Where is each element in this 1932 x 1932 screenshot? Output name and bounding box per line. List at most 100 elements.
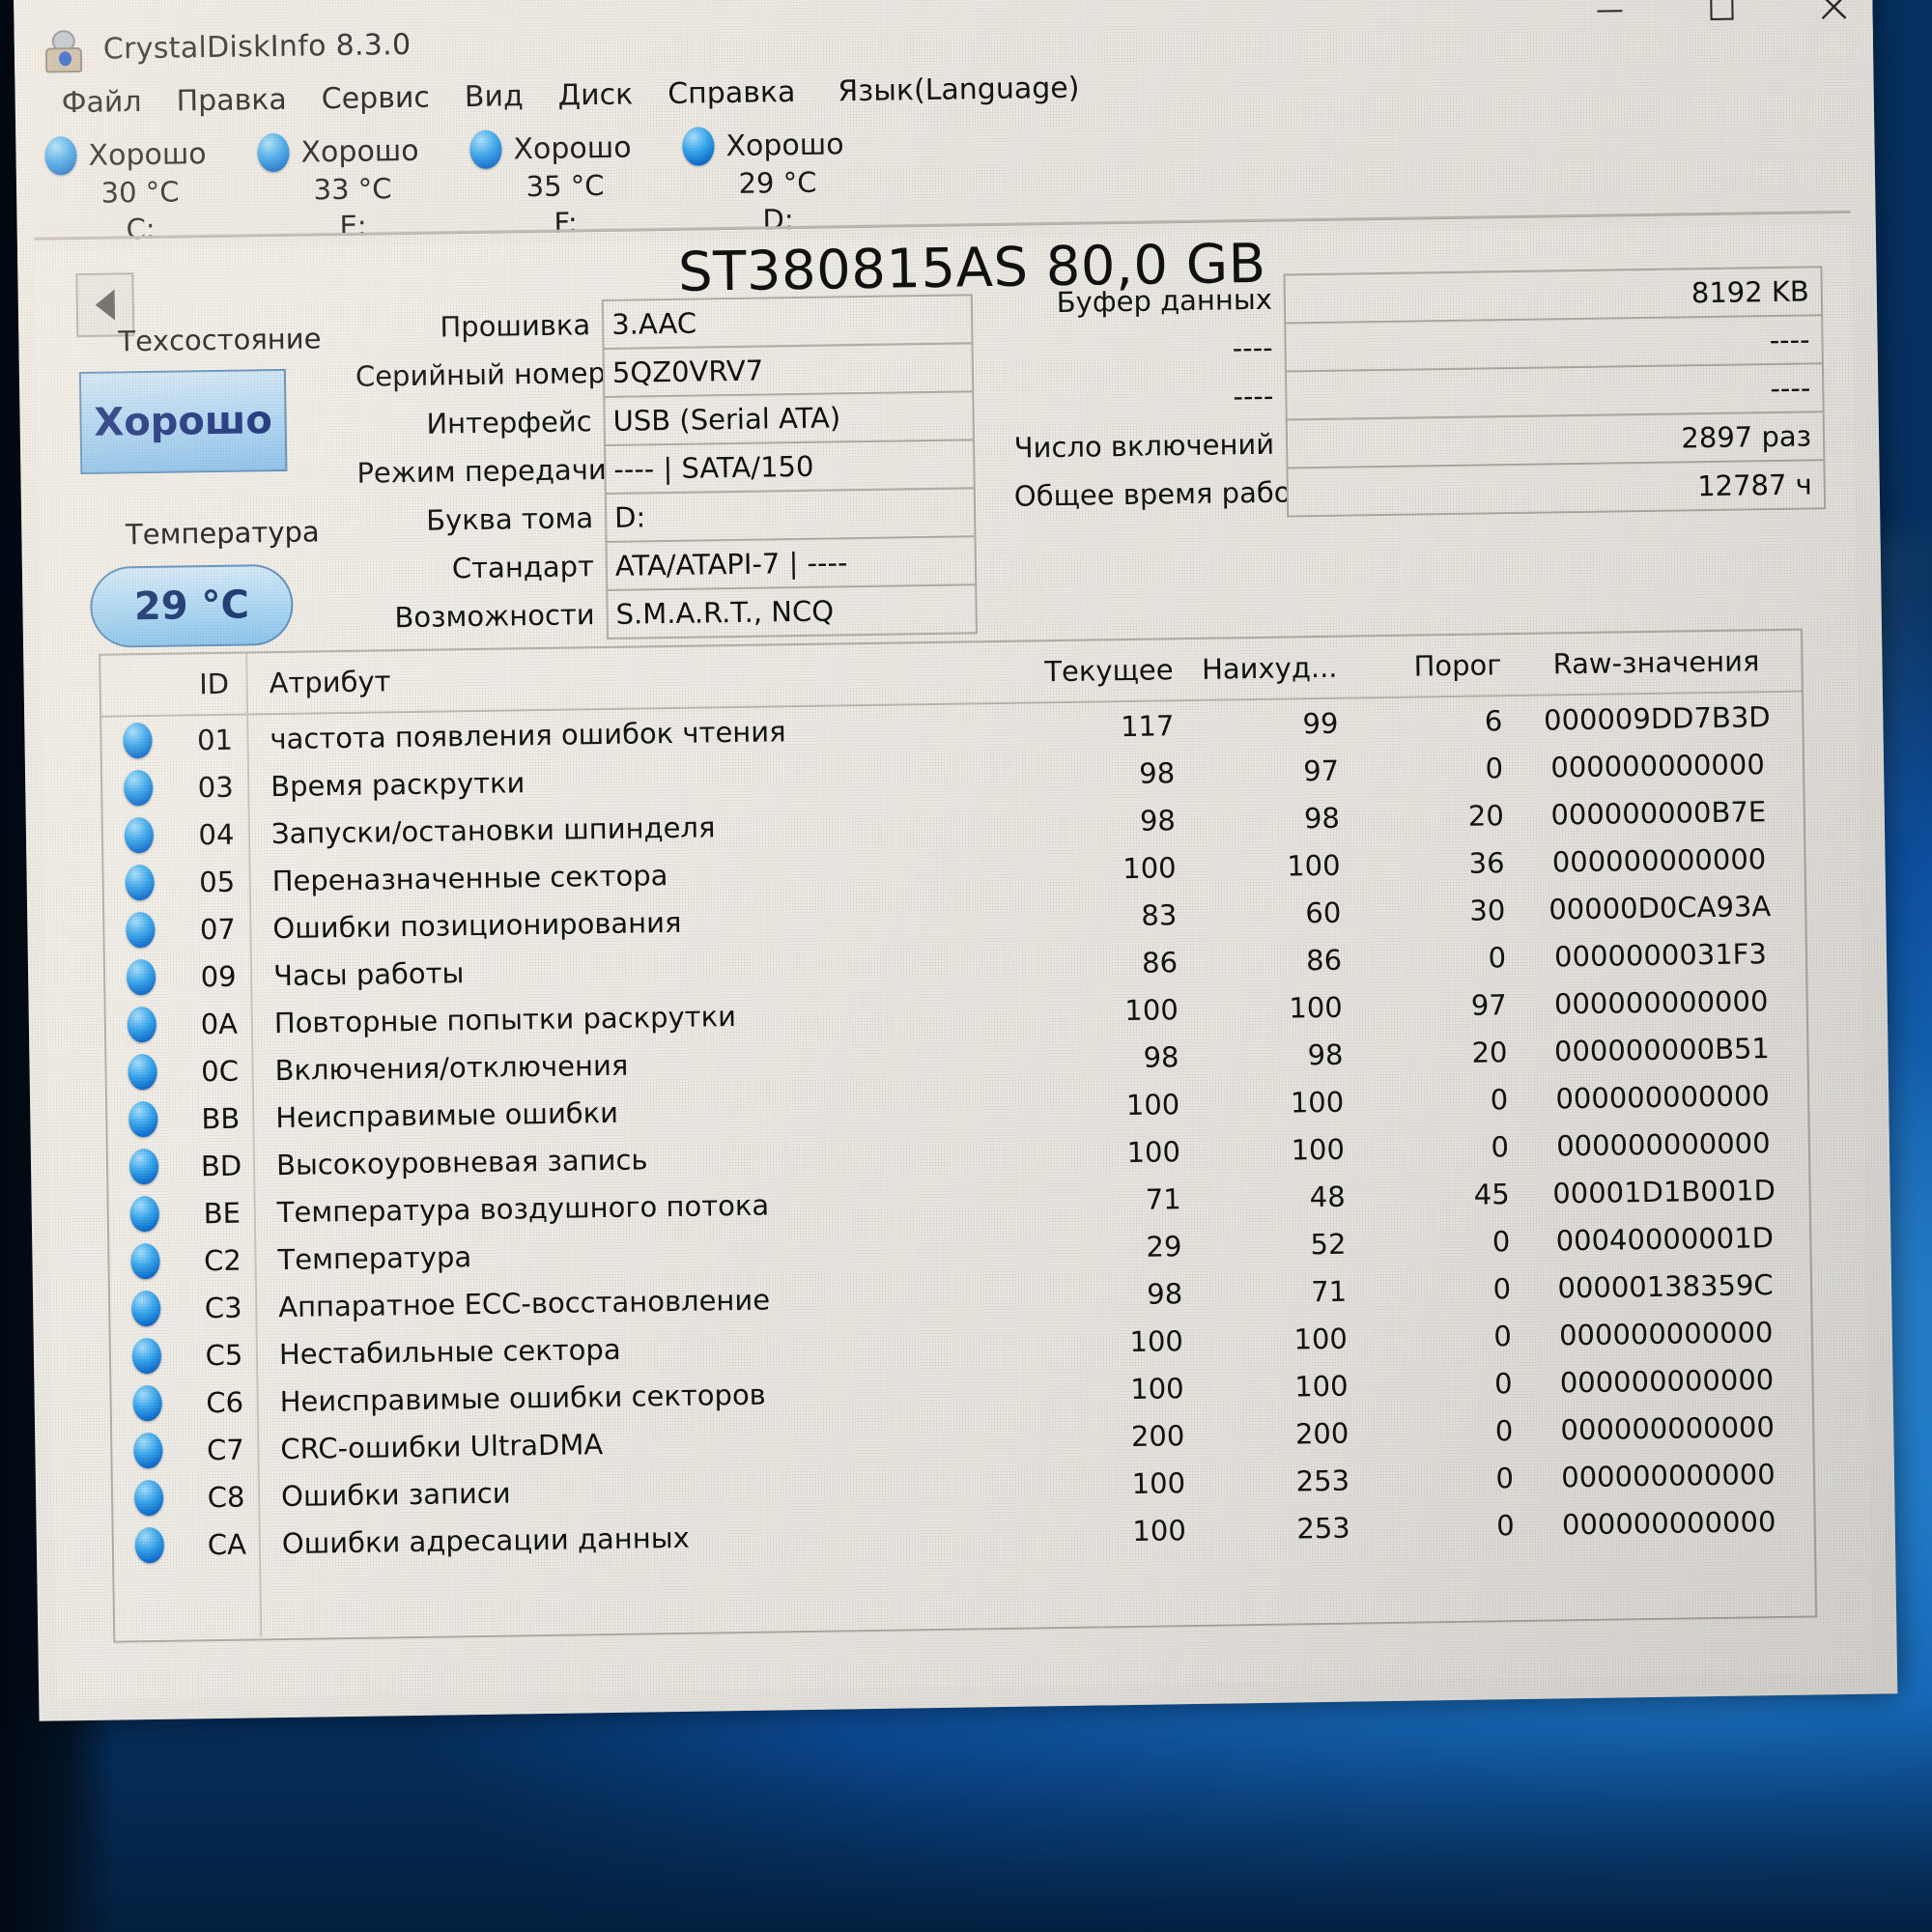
field-value[interactable]: ---- | SATA/150	[604, 438, 976, 495]
status-good-icon	[114, 1526, 186, 1564]
health-status-badge[interactable]: Хорошо	[78, 368, 288, 475]
field-value[interactable]: 5QZ0VRV7	[602, 341, 975, 398]
cell-id: 0C	[200, 1054, 240, 1088]
field-value[interactable]: USB (Serial ATA)	[603, 389, 975, 446]
field-value[interactable]: D:	[604, 486, 977, 543]
cell-threshold: 0	[1491, 1129, 1510, 1163]
cell-id: C8	[207, 1480, 245, 1514]
cell-current: 29	[1146, 1229, 1182, 1264]
column-header-threshold[interactable]: Порог	[1347, 648, 1511, 684]
cell-threshold: 45	[1473, 1177, 1510, 1211]
maximize-icon[interactable]	[1700, 0, 1744, 30]
cell-current: 71	[1145, 1181, 1181, 1216]
desktop-bottom-shade	[0, 1700, 1932, 1932]
cell-current: 98	[1138, 755, 1176, 790]
cell-raw: 000000000000	[1561, 1504, 1776, 1541]
cell-id: 03	[197, 770, 234, 804]
cell-id: 04	[198, 817, 235, 851]
cell-worst: 200	[1294, 1416, 1350, 1450]
menu-item-edit[interactable]: Правка	[158, 83, 304, 119]
menu-item-disk[interactable]: Диск	[540, 77, 650, 113]
cell-worst: 86	[1305, 943, 1343, 977]
field-label: Число включений	[1013, 427, 1275, 465]
cell-worst: 100	[1293, 1369, 1349, 1403]
field-label: ----	[1233, 379, 1274, 412]
field-value[interactable]: 3.AAC	[601, 293, 974, 350]
status-good-icon	[106, 1053, 179, 1091]
field-value[interactable]: ATA/ATAPI-7 | ----	[605, 534, 978, 591]
cell-id: 05	[198, 865, 236, 898]
menu-item-file[interactable]: Файл	[43, 85, 158, 121]
cell-id: C6	[206, 1385, 244, 1419]
menu-item-language[interactable]: Язык(Language)	[812, 71, 1097, 109]
disk-tab-temperature: 35 °C	[526, 168, 605, 204]
cell-worst: 100	[1290, 1085, 1345, 1120]
cell-attribute: CRC-ошибки UltraDMA	[280, 1427, 604, 1465]
cell-threshold: 0	[1492, 1271, 1512, 1305]
cell-worst: 98	[1307, 1037, 1344, 1071]
cell-attribute: Температура	[277, 1239, 472, 1276]
cell-threshold: 0	[1495, 1461, 1515, 1494]
cell-threshold: 36	[1468, 845, 1505, 880]
cell-id: 0A	[200, 1007, 239, 1040]
status-good-icon	[105, 958, 178, 996]
disk-tab-letter: C:	[126, 212, 156, 246]
minimize-icon[interactable]	[1588, 0, 1632, 32]
status-good-icon	[103, 816, 176, 854]
disk-tab-f[interactable]: Хорошо 35 °C F:	[469, 128, 694, 253]
cell-attribute: Температура воздушного потока	[276, 1188, 770, 1229]
status-good-icon	[101, 722, 174, 759]
cell-worst: 52	[1310, 1227, 1347, 1261]
disk-tab-d[interactable]: Хорошо 29 °C D:	[682, 124, 907, 250]
field-label: Прошивка	[440, 307, 591, 343]
disk-tab-c[interactable]: Хорошо 30 °C C:	[44, 133, 269, 259]
column-header-id[interactable]: ID	[172, 667, 255, 700]
disk-tab-status: Хорошо	[513, 130, 632, 166]
cell-raw: 00040000001D	[1555, 1220, 1775, 1257]
cell-attribute: Ошибки записи	[280, 1476, 511, 1513]
cell-threshold: 0	[1494, 1413, 1514, 1447]
field-label: Общее время работы	[1013, 474, 1330, 513]
cell-current: 98	[1139, 803, 1177, 838]
cell-id: C2	[203, 1243, 242, 1277]
field-label: Буква тома	[425, 500, 594, 537]
field-value[interactable]: 12787 ч	[1286, 458, 1827, 518]
menu-item-help[interactable]: Справка	[650, 75, 813, 111]
cell-attribute: Ошибки позиционирования	[272, 905, 682, 945]
column-header-current[interactable]: Текущее	[1018, 653, 1182, 689]
cell-id: BE	[203, 1196, 242, 1230]
menu-item-service[interactable]: Сервис	[303, 80, 447, 117]
close-icon[interactable]	[1812, 0, 1856, 28]
column-header-raw[interactable]: Raw-значения	[1511, 644, 1801, 681]
disk-tab-e[interactable]: Хорошо 33 °C E:	[257, 130, 481, 256]
smart-attributes-table: ID Атрибут Текущее Наихуд... Порог Raw-з…	[99, 628, 1818, 1643]
crystaldiskinfo-window: CrystalDiskInfo 8.3.0 Файл Правка Сервис…	[14, 0, 1898, 1721]
disk-tab-temperature: 29 °C	[738, 165, 817, 200]
field-features: Возможности S.M.A.R.T., NCQ	[358, 582, 978, 640]
cell-id: C7	[206, 1433, 244, 1466]
column-header-attribute[interactable]: Атрибут	[255, 656, 1018, 700]
cell-id: C3	[204, 1291, 242, 1324]
field-value[interactable]: S.M.A.R.T., NCQ	[606, 582, 978, 639]
status-good-icon	[682, 127, 715, 166]
cell-current: 83	[1141, 897, 1178, 932]
status-good-icon	[469, 129, 502, 170]
cell-current: 200	[1130, 1418, 1185, 1453]
disk-tab-letter: D:	[762, 203, 794, 237]
column-header-worst[interactable]: Наихуд...	[1182, 651, 1347, 687]
cell-current: 100	[1125, 1087, 1180, 1122]
window-title: CrystalDiskInfo 8.3.0	[102, 27, 412, 67]
status-good-icon	[257, 132, 290, 173]
cell-worst: 98	[1303, 801, 1341, 835]
cell-worst: 253	[1295, 1463, 1350, 1497]
cell-worst: 71	[1310, 1274, 1348, 1308]
temperature-badge[interactable]: 29 °C	[89, 563, 295, 648]
cell-threshold: 97	[1470, 987, 1507, 1022]
cell-attribute: Запуски/остановки шпинделя	[270, 810, 716, 850]
menu-item-view[interactable]: Вид	[447, 79, 541, 114]
cell-raw: 000000000B51	[1553, 1031, 1771, 1067]
cell-worst: 100	[1286, 848, 1341, 883]
cell-threshold: 0	[1492, 1224, 1511, 1258]
cell-raw: 000000000000	[1560, 1409, 1776, 1446]
cell-current: 100	[1124, 992, 1179, 1027]
